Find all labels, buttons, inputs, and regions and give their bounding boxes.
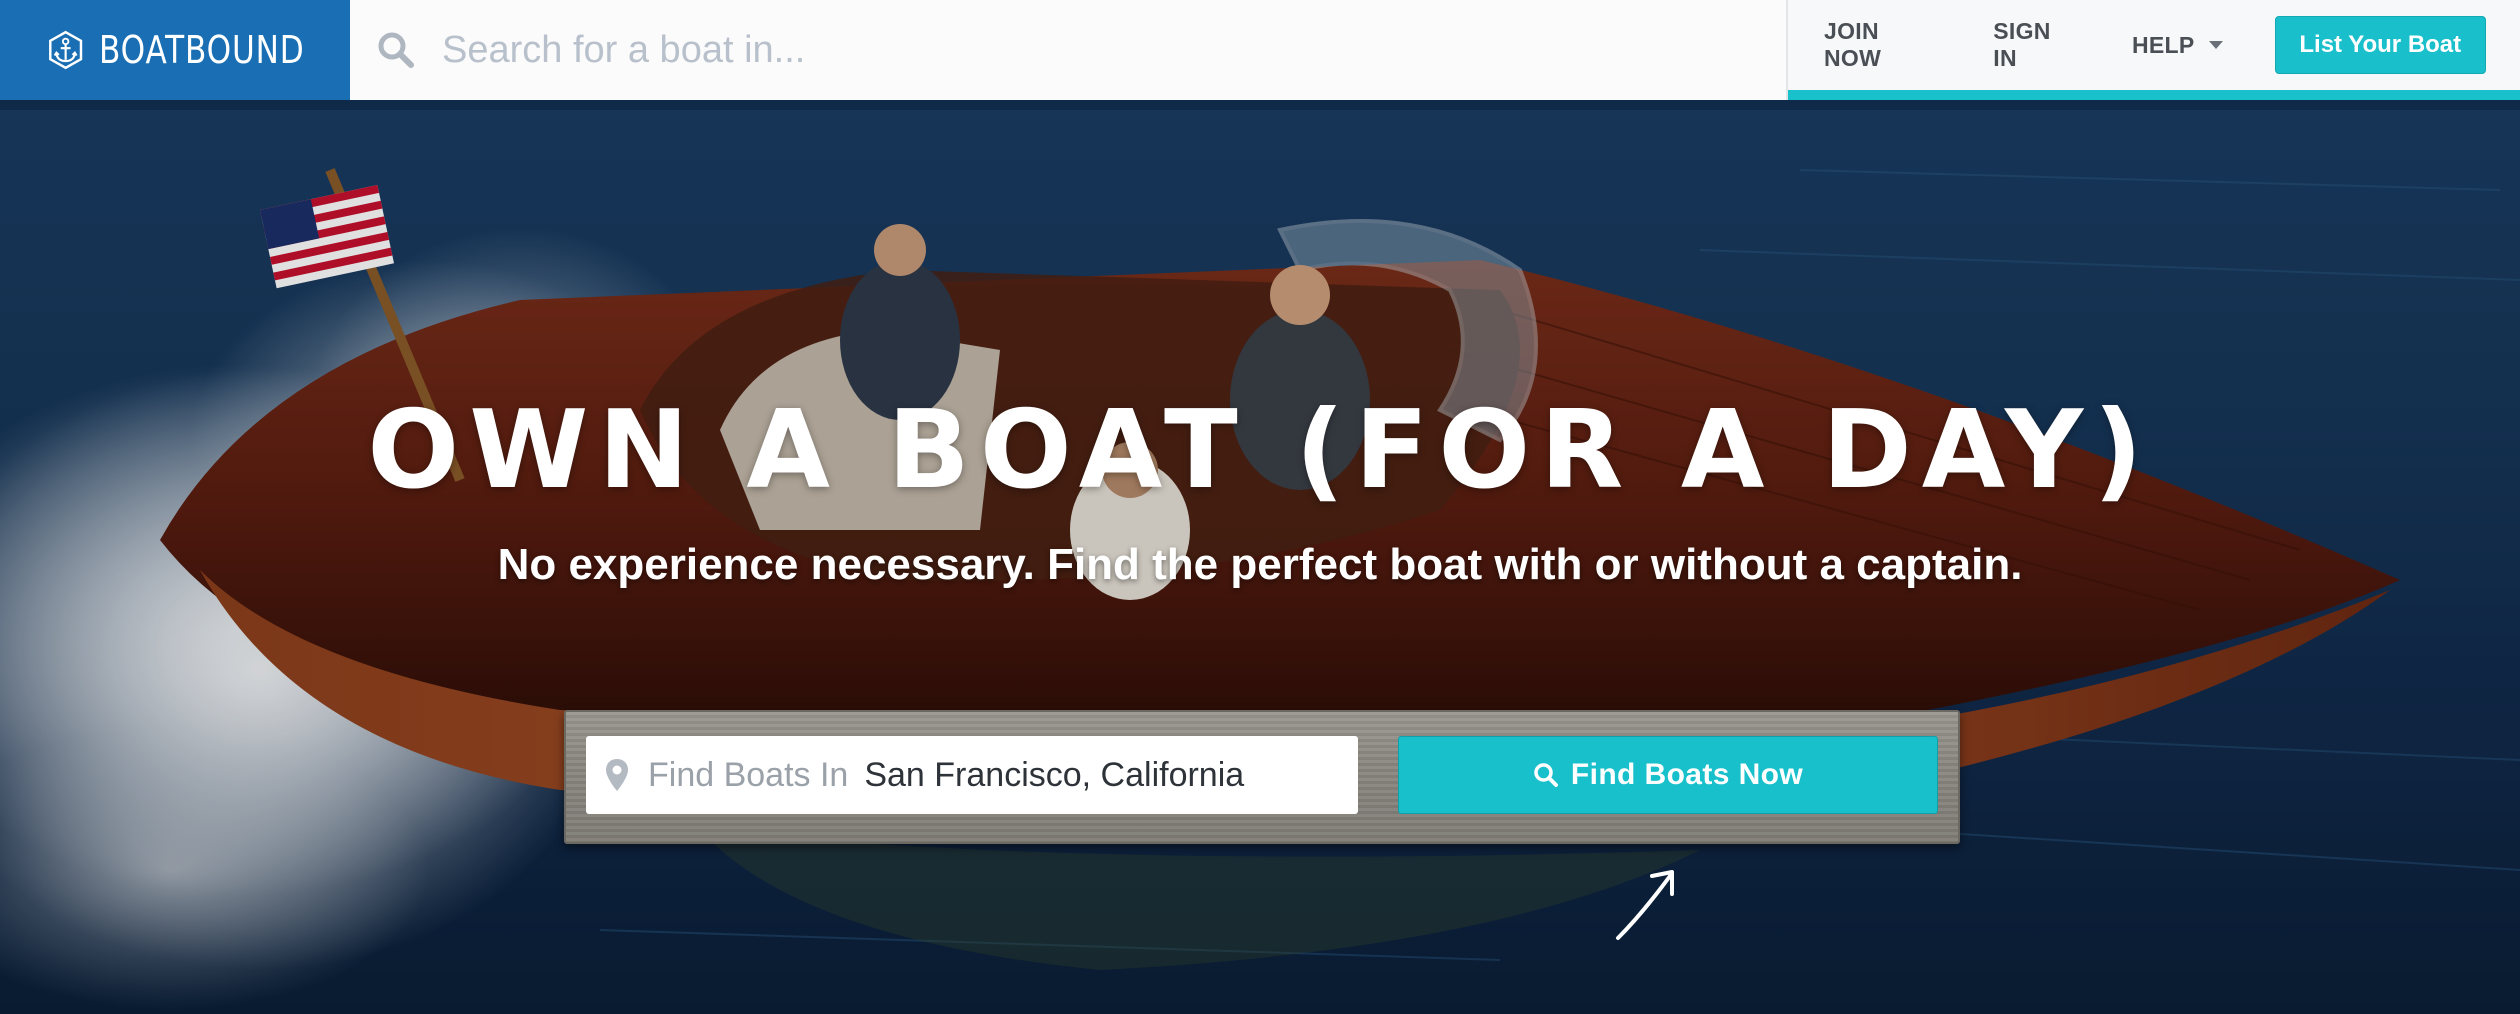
hero-headline: OWN A BOAT (FOR A DAY) [367,388,2153,513]
find-boats-button[interactable]: Find Boats Now [1398,736,1938,814]
location-input[interactable]: Find Boats In San Francisco, California [586,736,1358,814]
boat-search-input[interactable] [442,28,1742,72]
list-your-boat-button[interactable]: List Your Boat [2274,16,2486,74]
brand-logo[interactable]: BOATBOUND [0,0,350,100]
location-label: Find Boats In [648,755,849,794]
site-header: BOATBOUND JOIN NOW SIGN IN HELP List You… [0,0,2520,100]
help-menu[interactable]: HELP [2132,32,2223,59]
location-value: San Francisco, California [864,755,1245,794]
arrow-doodle-icon [1616,870,1674,940]
search-icon [378,32,414,68]
boat-finder-panel: Find Boats In San Francisco, California … [564,710,1960,844]
brand-name: BOATBOUND [99,28,305,72]
hero-section: OWN A BOAT (FOR A DAY) No experience nec… [0,110,2520,1014]
hero-subheadline: No experience necessary. Find the perfec… [497,540,2023,589]
chevron-down-icon [2208,41,2223,49]
help-label: HELP [2131,31,2195,58]
join-now-link[interactable]: JOIN NOW [1824,18,1941,72]
anchor-icon [49,30,83,70]
map-pin-icon [606,759,628,791]
header-nav: JOIN NOW SIGN IN HELP List Your Boat [1788,0,2520,90]
header-search [350,0,1788,100]
search-icon [1534,763,1558,787]
find-boats-label: Find Boats Now [1570,758,1804,791]
sign-in-link[interactable]: SIGN IN [1993,18,2080,72]
